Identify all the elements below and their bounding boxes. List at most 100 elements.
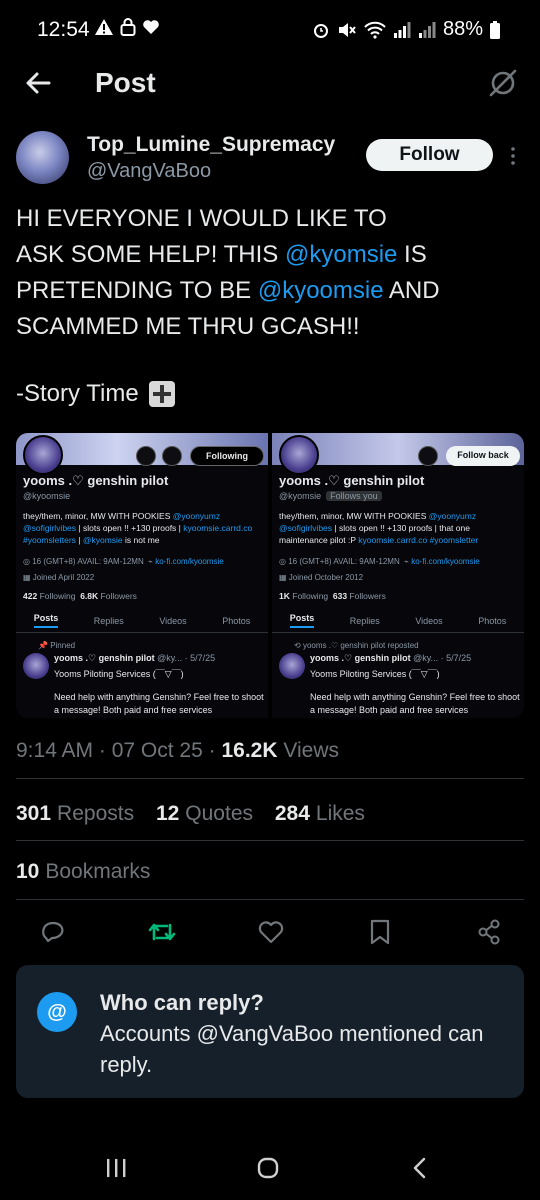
- grok-button[interactable]: [486, 66, 520, 100]
- story-line: -Story Time: [16, 376, 175, 412]
- meta-text: 16 (GMT+8) AVAIL: 9AM-12MN: [32, 557, 144, 566]
- post-timestamp: 9:14 AM · 07 Oct 25 · 16.2K Views: [16, 739, 339, 763]
- author-handle[interactable]: @VangVaBoo: [87, 160, 211, 183]
- profile-avatar: [23, 435, 63, 475]
- separator: ·: [93, 739, 112, 762]
- post-name: yooms .♡ genshin pilot: [54, 653, 155, 663]
- post-handle: @ky...: [413, 653, 439, 663]
- action-bar: [36, 914, 506, 950]
- warning-icon: [95, 19, 113, 35]
- tweet-line: ASK SOME HELP! THIS @kyomsie IS: [16, 237, 526, 273]
- reposts-label: Reposts: [57, 802, 135, 825]
- following-button: Following: [190, 446, 264, 466]
- status-time: 12:54: [37, 18, 90, 41]
- home-button[interactable]: [248, 1150, 288, 1186]
- battery-icon: [490, 20, 500, 39]
- tweet-text: HI EVERYONE I WOULD LIKE TO ASK SOME HEL…: [16, 201, 526, 345]
- share-button[interactable]: [472, 915, 506, 949]
- followers-count: 6.8K: [80, 591, 99, 601]
- tab-posts: Posts: [289, 613, 315, 628]
- message-icon: [162, 446, 182, 466]
- bio-text: is not me: [122, 535, 160, 545]
- quotes-stat[interactable]: 12 Quotes: [156, 802, 253, 825]
- wifi-icon: [364, 21, 386, 39]
- bio-link: @kyomsie: [82, 535, 123, 545]
- bio-text: they/them, minor, MW WITH POOKIES: [279, 511, 429, 521]
- media-grid[interactable]: Following yooms .♡ genshin pilot @kyooms…: [16, 433, 524, 718]
- follow-button[interactable]: Follow: [366, 139, 493, 171]
- author-avatar[interactable]: [16, 131, 69, 184]
- reply-button[interactable]: [36, 915, 70, 949]
- bookmarks-count: 10: [16, 860, 40, 883]
- joined-text: Joined October 2012: [288, 573, 364, 582]
- bio-link: @yoonyumz: [172, 511, 221, 521]
- followers-word: Followers: [100, 591, 137, 601]
- bio-text: |: [75, 535, 83, 545]
- tab-photos: Photos: [478, 615, 507, 626]
- tweet-line: PRETENDING TO BE @kyoomsie AND: [16, 273, 526, 309]
- tweet-line-text: AND: [383, 277, 440, 304]
- reposted-text: yooms .♡ genshin pilot reposted: [302, 641, 419, 650]
- plus-emoji-icon: [148, 381, 175, 407]
- media-image-right[interactable]: Follow back yooms .♡ genshin pilot @kyom…: [272, 433, 524, 718]
- profile-handle-text: @kyomsie: [279, 491, 322, 501]
- divider: [16, 840, 524, 841]
- post-subtitle: Yooms Piloting Services (￣▽￣): [310, 669, 440, 679]
- system-back-button[interactable]: [400, 1150, 440, 1186]
- likes-label: Likes: [315, 802, 365, 825]
- bookmark-icon: [370, 919, 390, 945]
- tweet-line-text: PRETENDING TO BE: [16, 277, 258, 304]
- profile-name: yooms .♡ genshin pilot: [279, 473, 425, 488]
- status-notification-icons: [94, 18, 160, 36]
- quotes-label: Quotes: [185, 802, 254, 825]
- profile-name: yooms .♡ genshin pilot: [23, 473, 169, 488]
- alarm-icon: [313, 23, 328, 38]
- recent-apps-button[interactable]: [96, 1150, 136, 1186]
- profile-tabs: Posts Replies Videos Photos: [272, 609, 524, 633]
- recent-apps-icon: [107, 1159, 126, 1177]
- reposts-stat[interactable]: 301 Reposts: [16, 802, 134, 825]
- mention-link[interactable]: @kyoomsie: [258, 277, 384, 304]
- tab-replies: Replies: [349, 615, 380, 626]
- likes-count: 284: [274, 802, 310, 825]
- more-options-button[interactable]: [508, 146, 518, 166]
- reposts-count: 301: [16, 802, 52, 825]
- tweet-line: HI EVERYONE I WOULD LIKE TO: [16, 205, 387, 232]
- profile-handle: @kyomsie Follows you: [279, 491, 382, 501]
- tweet-line-text: ASK SOME HELP! THIS: [16, 241, 279, 268]
- back-arrow-icon: [26, 72, 51, 94]
- bio-link: @sofigirlvibes: [279, 523, 333, 533]
- reply-restriction-description: Accounts @VangVaBoo mentioned can reply.: [100, 1021, 484, 1077]
- reply-restriction-card: @ Who can reply? Accounts @VangVaBoo men…: [16, 965, 524, 1098]
- profile-counts: 422 Following 6.8K Followers: [23, 591, 137, 601]
- notification-bell-icon: [136, 446, 156, 466]
- likes-stat[interactable]: 284 Likes: [275, 802, 365, 825]
- bookmarks-label: Bookmarks: [45, 860, 151, 883]
- post-date: 07 Oct 25: [111, 739, 203, 762]
- bookmark-button[interactable]: [363, 915, 397, 949]
- author-display-name[interactable]: Top_Lumine_Supremacy: [87, 133, 335, 157]
- views-label: Views: [277, 739, 339, 762]
- home-icon: [257, 1157, 279, 1179]
- tab-replies: Replies: [93, 615, 124, 626]
- bio-text: | slots open !! +130 proofs |: [76, 523, 181, 533]
- profile-meta: ◎ 16 (GMT+8) AVAIL: 9AM-12MN ⌁ ko-fi.com…: [23, 557, 224, 566]
- top-app-bar: Post: [0, 60, 540, 106]
- quotes-count: 12: [155, 802, 180, 825]
- mention-link[interactable]: @kyomsie: [285, 241, 397, 268]
- divider: [16, 778, 524, 779]
- post-avatar: [279, 653, 305, 679]
- like-icon: [258, 921, 284, 944]
- divider: [16, 899, 524, 900]
- bio-text: they/them, minor, MW WITH POOKIES: [23, 511, 173, 521]
- views-count: 16.2K: [221, 739, 278, 762]
- bookmarks-stat: 10 Bookmarks: [16, 860, 150, 884]
- media-image-left[interactable]: Following yooms .♡ genshin pilot @kyooms…: [16, 433, 268, 718]
- bio-link: kyoomsie.carrd.co: [358, 535, 428, 545]
- repost-button[interactable]: [145, 915, 179, 949]
- tweet-line: SCAMMED ME THRU GCASH!!: [16, 313, 360, 340]
- profile-counts: 1K Following 633 Followers: [279, 591, 386, 601]
- mute-icon: [338, 22, 356, 37]
- back-button[interactable]: [22, 66, 56, 100]
- like-button[interactable]: [254, 915, 288, 949]
